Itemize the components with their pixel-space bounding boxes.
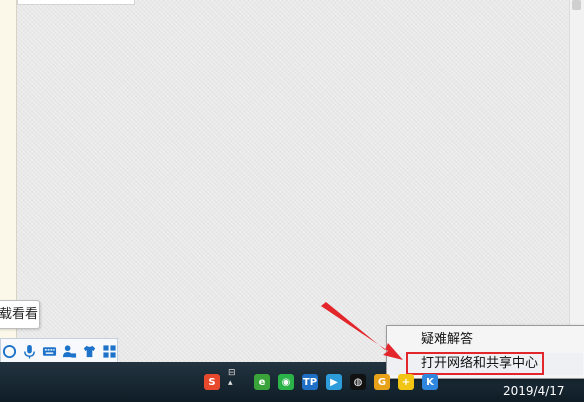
vertical-scrollbar[interactable] [569, 0, 584, 362]
content-area [17, 0, 567, 362]
top-input-strip [17, 0, 135, 5]
scrollbar-thumb[interactable] [572, 0, 581, 10]
g-icon[interactable]: G [374, 374, 390, 390]
user-tools-icon[interactable] [61, 343, 77, 360]
annotation-highlight-box [406, 352, 544, 375]
skin-shirt-icon[interactable] [81, 343, 97, 360]
tray-overflow-icon[interactable]: ⊟ ▴ [228, 368, 236, 388]
tooltip-text: 载看看 [0, 307, 39, 322]
security-plus-icon[interactable]: + [398, 374, 414, 390]
sogou-ime-icon[interactable]: S [204, 374, 220, 390]
green-circle-icon[interactable]: e [254, 374, 270, 390]
play-icon[interactable]: ▶ [326, 374, 342, 390]
k-icon[interactable]: K [422, 374, 438, 390]
wechat-icon[interactable]: ◉ [278, 374, 294, 390]
qq-icon[interactable]: ◍ [350, 374, 366, 390]
clock-date[interactable]: 2019/4/17 [503, 384, 565, 398]
microphone-icon[interactable] [21, 343, 37, 360]
grid-menu-icon[interactable] [101, 343, 117, 360]
menu-item-troubleshoot[interactable]: 疑难解答 [387, 329, 583, 351]
tp-icon[interactable]: TP [302, 374, 318, 390]
ime-toolbar [0, 338, 118, 364]
keyboard-icon[interactable] [41, 343, 57, 360]
info-icon[interactable] [1, 343, 17, 360]
tooltip-bubble: 载看看 [0, 300, 40, 329]
